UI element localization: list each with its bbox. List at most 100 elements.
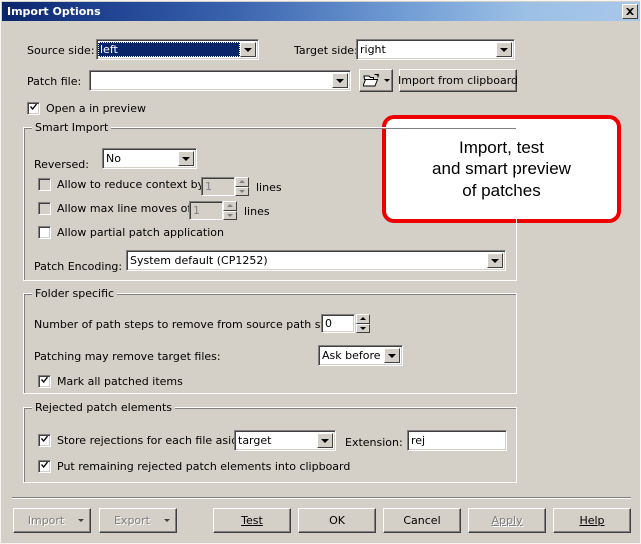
chevron-down-icon[interactable]	[158, 519, 176, 522]
import-button-label: Import	[27, 514, 65, 527]
patch-encoding-label: Patch Encoding:	[34, 260, 123, 273]
ok-button-label: OK	[329, 514, 345, 527]
reduce-context-units: lines	[256, 181, 282, 194]
chevron-down-icon[interactable]	[332, 73, 348, 88]
source-side-value: left	[98, 42, 240, 57]
chevron-down-icon[interactable]	[178, 151, 194, 166]
extension-value: rej	[411, 434, 426, 447]
chevron-down-icon[interactable]	[72, 519, 90, 522]
checkbox-box	[38, 202, 51, 215]
reversed-label: Reversed:	[34, 158, 89, 171]
max-line-moves-input: 1	[189, 201, 223, 220]
stepper-down-icon[interactable]	[356, 323, 370, 333]
path-steps-input[interactable]: 0	[321, 314, 355, 333]
help-button-label: Help	[579, 514, 605, 527]
open-folder-icon	[362, 73, 379, 87]
store-rejections-combo[interactable]: target	[234, 430, 336, 451]
checkbox-box	[38, 375, 51, 388]
cancel-button[interactable]: Cancel	[383, 508, 461, 533]
rejected-patch-group-title: Rejected patch elements	[32, 401, 175, 414]
check-icon	[41, 376, 48, 383]
target-side-value: right	[360, 43, 386, 56]
reduce-context-value: 1	[205, 180, 212, 193]
stepper-down-icon	[223, 210, 237, 220]
reduce-context-label: Allow to reduce context by	[57, 178, 205, 191]
patch-encoding-combo[interactable]: System default (CP1252)	[126, 250, 506, 271]
reduce-context-checkbox[interactable]: Allow to reduce context by	[38, 178, 204, 191]
check-icon	[41, 435, 48, 442]
patch-file-label: Patch file:	[27, 75, 82, 88]
button-bar-separator	[12, 497, 631, 499]
checkbox-box	[38, 178, 51, 191]
mark-patched-label: Mark all patched items	[57, 375, 183, 388]
path-steps-stepper[interactable]	[356, 314, 370, 333]
reduce-context-stepper	[235, 177, 249, 196]
help-button[interactable]: Help	[553, 508, 631, 533]
import-split-button[interactable]: Import	[13, 508, 91, 533]
chevron-down-icon[interactable]	[496, 42, 512, 57]
folder-specific-group-title: Folder specific	[32, 287, 118, 300]
check-icon	[30, 103, 37, 110]
import-options-dialog: Import Options Source side: left Target …	[0, 0, 641, 544]
remove-target-value: Ask before	[322, 349, 381, 362]
export-button-label: Export	[113, 514, 150, 527]
max-line-moves-label: Allow max line moves of	[57, 202, 192, 215]
put-remaining-label: Put remaining rejected patch elements in…	[57, 460, 351, 473]
path-steps-label: Number of path steps to remove from sour…	[34, 318, 345, 331]
partial-patch-label: Allow partial patch application	[57, 226, 224, 239]
max-line-moves-stepper	[223, 201, 237, 220]
store-rejections-label: Store rejections for each file aside:	[57, 434, 249, 447]
remove-target-combo[interactable]: Ask before	[318, 345, 403, 366]
close-x-glyph	[626, 8, 634, 15]
extension-input[interactable]: rej	[407, 430, 507, 451]
checkbox-box	[38, 226, 51, 239]
max-line-moves-checkbox[interactable]: Allow max line moves of	[38, 202, 191, 215]
extension-label: Extension:	[345, 436, 403, 449]
chevron-down-icon[interactable]	[240, 42, 256, 57]
max-line-moves-value: 1	[193, 204, 200, 217]
open-in-preview-checkbox[interactable]: Open a in preview	[27, 102, 146, 115]
check-icon	[41, 461, 48, 468]
source-side-label: Source side:	[27, 44, 95, 57]
checkbox-box	[38, 434, 51, 447]
path-steps-value: 0	[325, 317, 332, 330]
stepper-down-icon	[235, 186, 249, 196]
apply-button[interactable]: Apply	[468, 508, 546, 533]
close-icon[interactable]	[622, 4, 638, 19]
cancel-button-label: Cancel	[403, 514, 441, 527]
store-rejections-value: target	[238, 434, 272, 447]
store-rejections-checkbox[interactable]: Store rejections for each file aside:	[38, 434, 249, 447]
partial-patch-checkbox[interactable]: Allow partial patch application	[38, 226, 224, 239]
reversed-combo[interactable]: No	[102, 148, 197, 169]
chevron-down-icon[interactable]	[317, 433, 333, 448]
remove-target-label: Patching may remove target files:	[34, 350, 221, 363]
import-from-clipboard-label: Import from clipboard	[398, 74, 519, 87]
target-side-label: Target side:	[294, 44, 358, 57]
patch-encoding-value: System default (CP1252)	[130, 254, 268, 267]
import-from-clipboard-button[interactable]: Import from clipboard	[398, 69, 519, 92]
chevron-down-icon[interactable]	[384, 348, 400, 363]
titlebar[interactable]: Import Options	[2, 2, 640, 21]
checkbox-box	[38, 460, 51, 473]
patch-file-combo[interactable]	[89, 70, 351, 91]
reduce-context-input: 1	[201, 177, 235, 196]
apply-button-label: Apply	[491, 514, 523, 527]
stepper-up-icon[interactable]	[356, 314, 370, 324]
chevron-down-icon[interactable]	[487, 253, 503, 268]
target-side-combo[interactable]: right	[356, 39, 515, 60]
source-side-combo[interactable]: left	[96, 39, 259, 60]
chevron-down-icon[interactable]	[383, 79, 390, 82]
max-line-moves-units: lines	[244, 205, 270, 218]
checkbox-box	[27, 102, 40, 115]
reversed-value: No	[106, 152, 121, 165]
test-button[interactable]: Test	[213, 508, 291, 533]
mark-patched-checkbox[interactable]: Mark all patched items	[38, 375, 183, 388]
smart-import-group-title: Smart Import	[32, 121, 112, 134]
open-folder-button[interactable]	[359, 69, 393, 92]
export-split-button[interactable]: Export	[99, 508, 177, 533]
put-remaining-checkbox[interactable]: Put remaining rejected patch elements in…	[38, 460, 350, 473]
ok-button[interactable]: OK	[298, 508, 376, 533]
test-button-label: Test	[241, 514, 263, 527]
stepper-up-icon	[223, 201, 237, 211]
window-title: Import Options	[7, 5, 101, 18]
